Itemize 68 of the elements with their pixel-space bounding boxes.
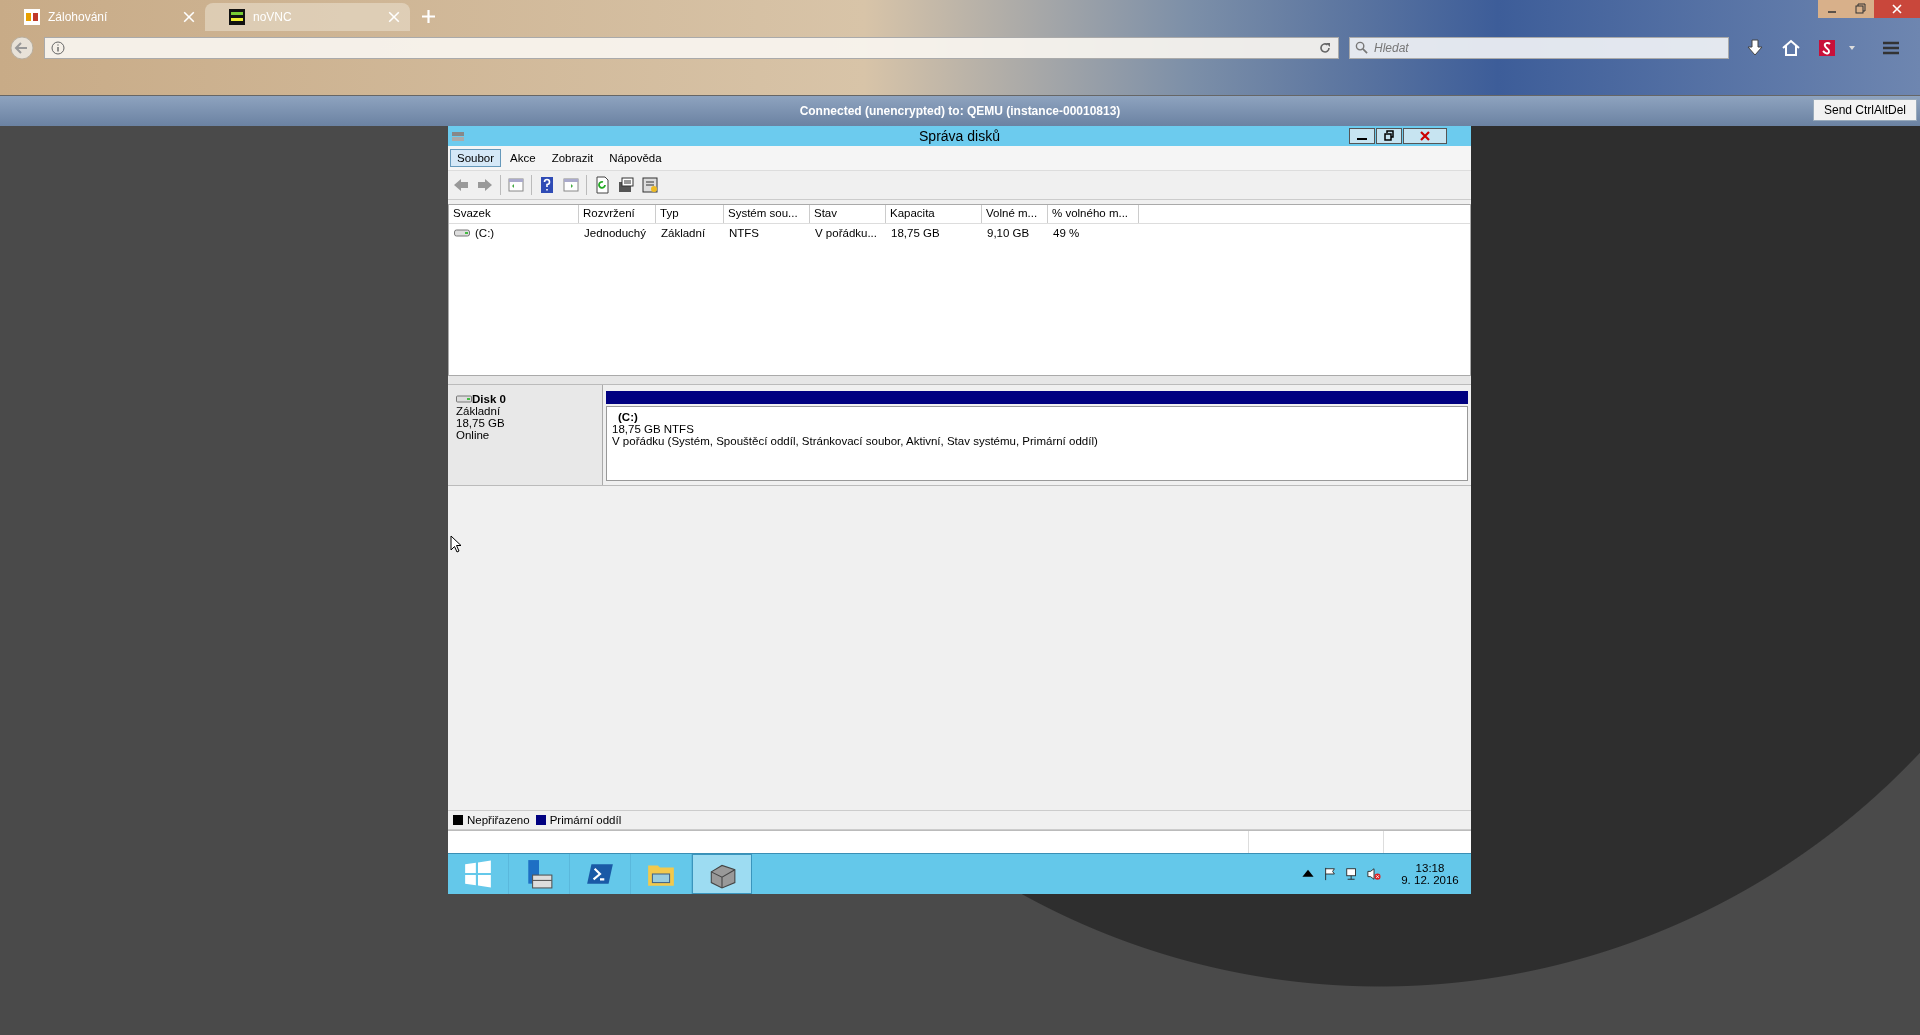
help-icon[interactable] (538, 176, 556, 194)
column-header[interactable]: % volného m... (1048, 205, 1139, 223)
partition-label: (C:) (618, 411, 639, 423)
table-cell-text: Jednoduchý (583, 226, 648, 239)
clock-date: 9. 12. 2016 (1401, 874, 1459, 886)
close-icon[interactable] (1874, 0, 1920, 18)
back-arrow-icon[interactable] (452, 176, 470, 194)
disk-status: Online (456, 429, 491, 441)
table-cell-text: V pořádku... (814, 226, 878, 239)
search-field[interactable]: Hledat (1349, 37, 1729, 59)
menu-item[interactable]: Zobrazit (544, 149, 601, 167)
home-icon[interactable] (1781, 38, 1801, 58)
tab-title: noVNC (253, 10, 293, 24)
windows-logo-icon (463, 859, 493, 889)
column-header[interactable]: Rozvržení (579, 205, 656, 223)
table-cell: (C:) (475, 226, 495, 239)
column-header[interactable]: Kapacita (886, 205, 982, 223)
favicon-icon (24, 9, 40, 25)
network-icon[interactable] (1345, 867, 1359, 881)
info-icon (51, 41, 65, 55)
forward-arrow-icon[interactable] (476, 176, 494, 194)
column-header[interactable]: Svazek (449, 205, 579, 223)
partition-panel[interactable]: (C:) 18,75 GB NTFS V pořádku (Systém, Spouštěcí oddíl, Stránkovací soubor, Aktivní, Stav systému, Primární oddíl) (606, 406, 1468, 481)
action-pane-icon[interactable] (562, 176, 580, 194)
table-cell-text: 9,10 GB (986, 226, 1031, 239)
taskbar-button[interactable] (692, 854, 752, 894)
minimize-icon[interactable] (1349, 128, 1375, 144)
reload-icon[interactable] (1318, 41, 1332, 55)
menu-item[interactable]: Nápověda (602, 149, 669, 167)
drive-icon (454, 227, 470, 238)
clock-time: 13:18 (1415, 862, 1445, 874)
column-header[interactable]: Stav (810, 205, 886, 223)
menu-item[interactable]: Akce (503, 149, 543, 167)
tab-title: Zálohování (48, 10, 109, 24)
console-tree-icon[interactable] (507, 176, 525, 194)
table-cell-text: 18,75 GB (890, 226, 941, 239)
disk-name: Disk 0 (472, 393, 506, 405)
legend-label: Nepřiřazeno (467, 814, 530, 826)
mouse-cursor-icon (450, 535, 462, 553)
drive-icon (456, 394, 472, 404)
connection-status: Connected (unencrypted) to: QEMU (instance-00010813) (799, 104, 1121, 118)
back-icon[interactable] (10, 36, 34, 60)
table-cell-text: Základní (660, 226, 707, 239)
properties-icon[interactable] (617, 176, 635, 194)
extension-icon[interactable] (1817, 38, 1837, 58)
flag-icon[interactable] (1323, 867, 1337, 881)
restore-icon[interactable] (1376, 128, 1402, 144)
address-field[interactable] (44, 37, 1339, 59)
download-icon[interactable] (1745, 38, 1765, 58)
close-icon[interactable] (1403, 128, 1447, 144)
column-header[interactable]: Volné m... (982, 205, 1048, 223)
partition-size: 18,75 GB NTFS (612, 423, 695, 435)
table-cell-text: NTFS (728, 226, 761, 239)
legend-label: Primární oddíl (549, 814, 622, 826)
disk-size: 18,75 GB (456, 417, 506, 429)
disk-icon (451, 129, 465, 143)
refresh-icon[interactable] (593, 176, 611, 194)
menu-item[interactable]: Soubor (450, 149, 502, 167)
column-header[interactable]: Typ (656, 205, 724, 223)
speaker-muted-icon[interactable] (1367, 867, 1381, 881)
window-title: Správa disků (919, 128, 1000, 144)
partition-status: V pořádku (Systém, Spouštěcí oddíl, Stránkovací soubor, Aktivní, Stav systému, Primární oddíl) (612, 435, 1099, 447)
disk-type: Základní (456, 405, 502, 417)
column-header[interactable]: Systém sou... (724, 205, 810, 223)
table-cell-text: 49 % (1052, 226, 1081, 239)
send-ctrl-alt-del-button[interactable]: Send CtrlAltDel (1812, 99, 1917, 121)
plus-icon[interactable] (422, 10, 435, 23)
favicon-icon (229, 9, 245, 25)
